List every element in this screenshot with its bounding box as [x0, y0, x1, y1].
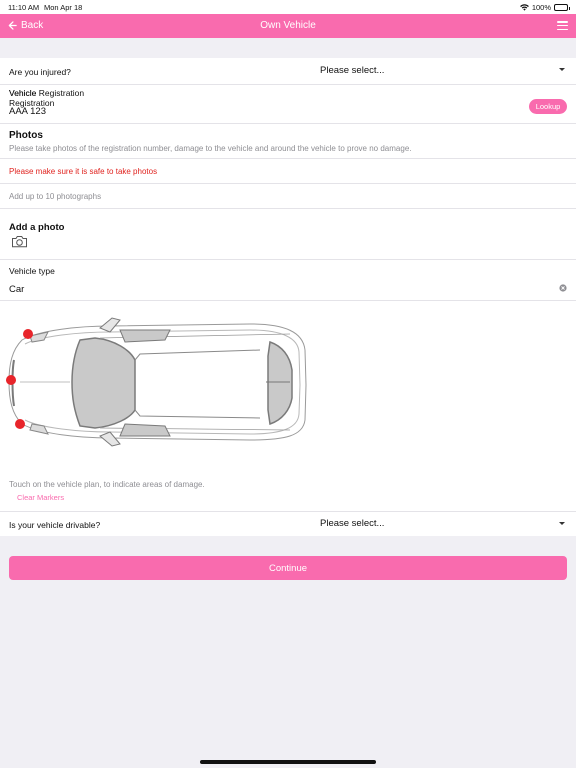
photos-description: Please take photos of the registration n…	[9, 144, 412, 153]
damage-marker[interactable]	[23, 329, 33, 339]
divider	[0, 183, 576, 184]
vehicle-plan-hint: Touch on the vehicle plan, to indicate a…	[9, 480, 205, 489]
chevron-down-icon	[559, 522, 565, 525]
status-date: Mon Apr 18	[44, 3, 83, 12]
divider	[0, 208, 576, 209]
battery-icon	[554, 4, 570, 11]
clear-markers-link[interactable]: Clear Markers	[17, 493, 64, 502]
drivable-select[interactable]: Is your vehicle drivable? Please select.…	[0, 512, 576, 536]
lookup-button[interactable]: Lookup	[529, 99, 567, 114]
nav-bar: Back Own Vehicle	[0, 14, 576, 38]
page-title: Own Vehicle	[260, 20, 316, 31]
chevron-down-icon	[559, 68, 565, 71]
injured-label: Are you injured?	[9, 67, 71, 77]
divider	[0, 300, 576, 301]
hamburger-menu-icon[interactable]	[557, 21, 568, 31]
status-right: 100%	[519, 3, 570, 12]
form-panel	[0, 58, 576, 536]
status-bar: 11:10 AM Mon Apr 18 100%	[0, 0, 576, 14]
registration-input[interactable]: AAA 123	[9, 106, 46, 117]
camera-icon[interactable]	[11, 235, 28, 248]
add-photo-title: Add a photo	[9, 222, 65, 233]
status-time: 11:10 AM	[8, 3, 40, 12]
drivable-value: Please select...	[320, 518, 385, 529]
registration-label: Vehicle Registration	[9, 88, 85, 98]
wifi-icon	[519, 4, 529, 11]
divider	[0, 158, 576, 159]
injured-select[interactable]: Are you injured? Please select...	[0, 58, 576, 84]
safety-warning: Please make sure it is safe to take phot…	[9, 167, 158, 176]
vehicle-type-input[interactable]: Car	[9, 284, 24, 295]
damage-marker[interactable]	[6, 375, 16, 385]
damage-marker[interactable]	[15, 419, 25, 429]
home-indicator	[200, 760, 376, 764]
vehicle-type-label: Vehicle type	[9, 266, 55, 276]
continue-button[interactable]: Continue	[9, 556, 567, 580]
photos-title: Photos	[9, 130, 43, 141]
battery-percent: 100%	[531, 3, 551, 12]
clear-field-icon[interactable]	[559, 284, 567, 292]
divider	[0, 84, 576, 85]
injured-value: Please select...	[320, 65, 385, 76]
divider	[0, 259, 576, 260]
divider	[0, 123, 576, 124]
vehicle-plan[interactable]	[0, 310, 330, 450]
drivable-label: Is your vehicle drivable?	[9, 520, 101, 530]
photo-limit-text: Add up to 10 photographs	[9, 192, 102, 201]
